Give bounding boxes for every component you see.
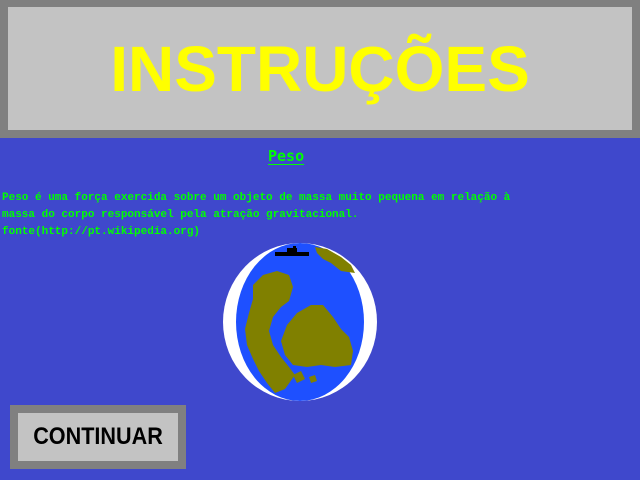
continue-button-label: CONTINUAR [33, 423, 163, 450]
continue-button-face[interactable]: CONTINUAR [18, 413, 178, 461]
description-line-1: Peso é uma força exercida sobre um objet… [2, 192, 511, 204]
header-panel: INSTRUÇÕES [8, 7, 632, 130]
section-heading: Peso [268, 147, 305, 165]
header-banner: INSTRUÇÕES [0, 0, 640, 138]
description-text: Peso é uma força exercida sobre um objet… [2, 190, 638, 241]
earth-globe-icon [223, 243, 377, 401]
continue-button[interactable]: CONTINUAR [10, 405, 186, 469]
description-line-2: massa do corpo responsável pela atração … [2, 209, 359, 221]
page-title: INSTRUÇÕES [110, 33, 530, 105]
source-text: fonte(http://pt.wikipedia.org) [2, 226, 201, 238]
